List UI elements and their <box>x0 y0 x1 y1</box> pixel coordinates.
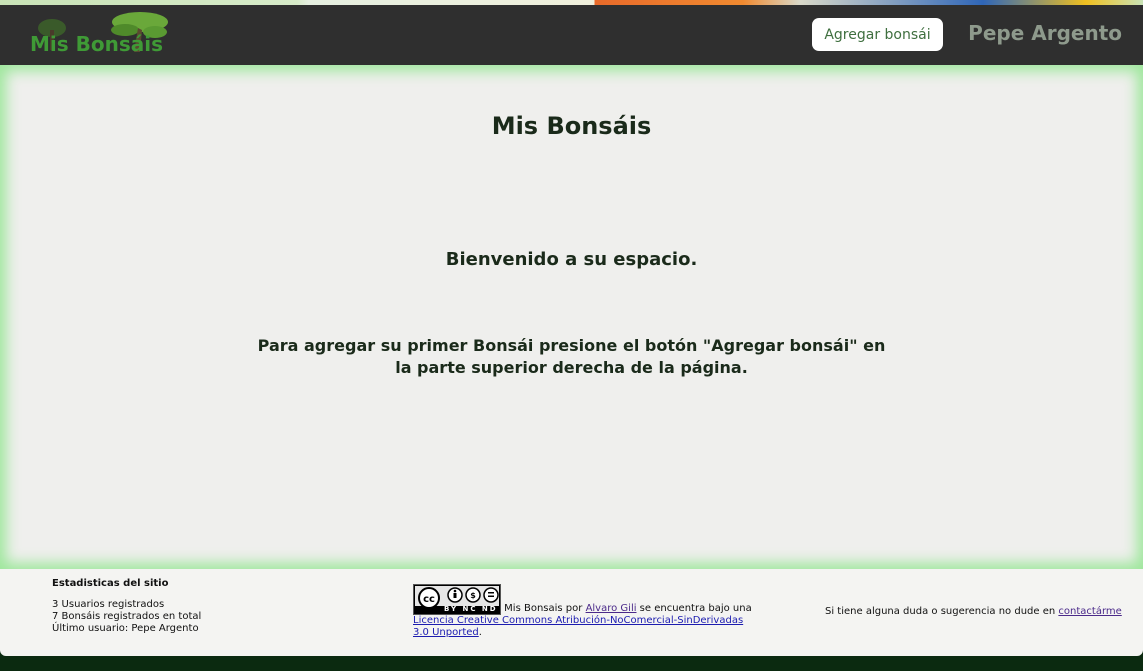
contact-text: Si tiene alguna duda o sugerencia no dud… <box>825 606 1059 617</box>
svg-text:$: $ <box>470 591 476 600</box>
license-notice: cc $ BY NC ND Mis Bonsais por Alvaro Gil… <box>413 584 753 639</box>
contact-link[interactable]: contactárme <box>1058 606 1121 617</box>
stats-bonsais: 7 Bonsáis registrados en total <box>52 611 202 622</box>
user-name-link[interactable]: Pepe Argento <box>968 21 1122 45</box>
stats-last-user: Último usuario: Pepe Argento <box>52 623 199 634</box>
stats-title: Estadisticas del sitio <box>52 578 169 589</box>
license-text-after: . <box>478 627 482 638</box>
main-content: Mis Bonsáis Bienvenido a su espacio. Par… <box>0 65 1143 569</box>
logo-text: Mis Bonsáis <box>30 32 164 56</box>
site-stats: Estadisticas del sitio 3 Usuarios regist… <box>52 578 201 635</box>
contact-notice: Si tiene alguna duda o sugerencia no dud… <box>825 606 1122 617</box>
site-logo[interactable]: Mis Bonsáis <box>30 10 170 60</box>
creative-commons-badge-icon[interactable]: cc $ BY NC ND <box>413 584 501 615</box>
page-bottom-bar <box>0 656 1143 671</box>
welcome-message: Bienvenido a su espacio. <box>445 249 698 270</box>
page-title: Mis Bonsáis <box>491 112 652 140</box>
license-text-middle: se encuentra bajo una <box>636 603 752 614</box>
stats-users: 3 Usuarios registrados <box>52 599 165 610</box>
site-header: Mis Bonsáis Agregar bonsái Pepe Argento <box>0 5 1143 65</box>
author-link[interactable]: Alvaro Gili <box>586 603 637 614</box>
instructions-text: Para agregar su primer Bonsái presione e… <box>257 336 886 377</box>
site-footer: Estadisticas del sitio 3 Usuarios regist… <box>0 569 1143 656</box>
license-link[interactable]: Licencia Creative Commons Atribución-NoC… <box>413 615 743 638</box>
add-bonsai-button[interactable]: Agregar bonsái <box>812 18 943 51</box>
svg-text:cc: cc <box>423 594 435 605</box>
license-text-before: Mis Bonsais por <box>501 603 586 614</box>
